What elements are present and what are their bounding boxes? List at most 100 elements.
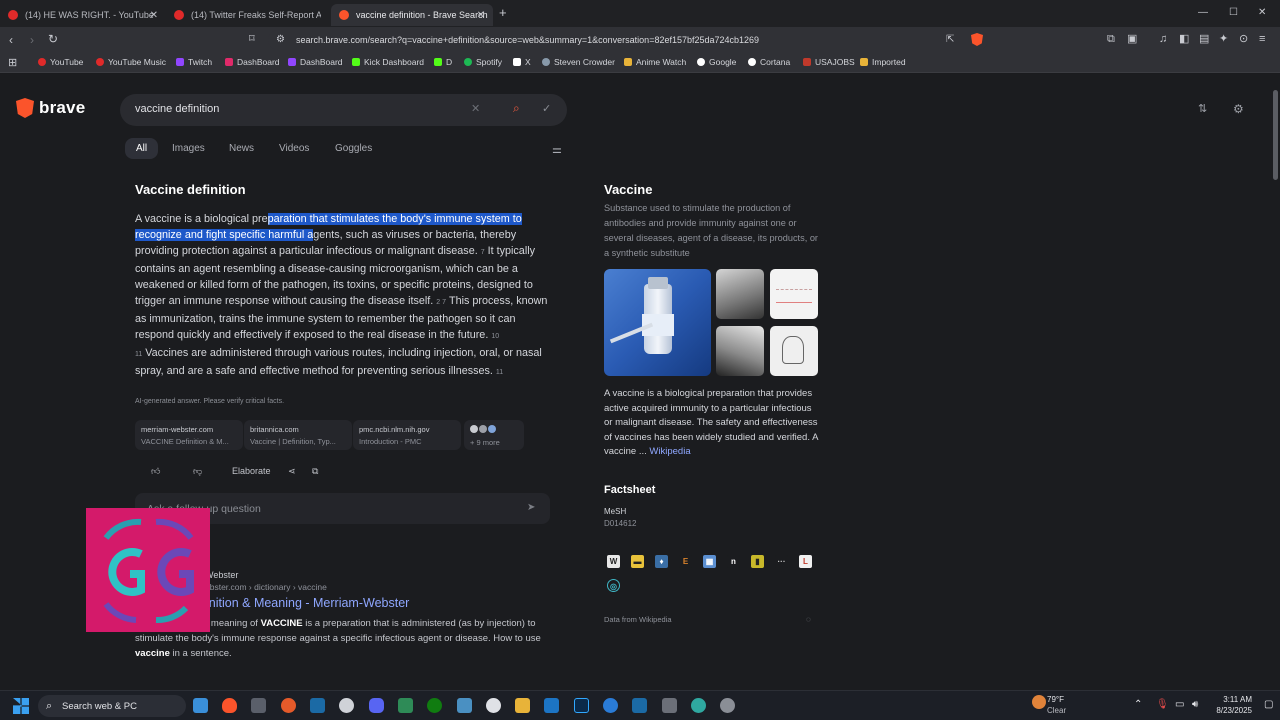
media-icon[interactable]: ♫ — [1159, 32, 1167, 46]
forward-icon[interactable]: › — [30, 33, 34, 47]
encyclopedia-icon[interactable]: L — [799, 555, 812, 568]
ea-icon[interactable] — [281, 698, 296, 713]
citation[interactable]: 2 7 — [436, 299, 446, 306]
menu-icon[interactable]: ≡ — [1259, 32, 1265, 46]
share-icon[interactable]: ⇱ — [946, 33, 954, 47]
etymology-icon[interactable]: E — [679, 555, 692, 568]
diagram-image[interactable] — [770, 326, 818, 376]
chevron-up-icon[interactable]: ⌃ — [1134, 699, 1142, 710]
xbox-icon[interactable] — [427, 698, 442, 713]
file-explorer-icon[interactable] — [515, 698, 530, 713]
weather-temp[interactable]: 79°F — [1047, 695, 1064, 704]
settings-gear-icon[interactable]: ⚙ — [1233, 102, 1244, 116]
bookmark-steven-crowder[interactable]: Steven Crowder — [542, 57, 615, 67]
weather-icon[interactable] — [1032, 695, 1046, 709]
vaccine-vial-image[interactable] — [604, 269, 711, 376]
photoshop-icon[interactable] — [574, 698, 589, 713]
bookmark-d[interactable]: D — [434, 57, 452, 67]
link-icon[interactable]: ◎ — [607, 579, 620, 592]
tab-videos[interactable]: Videos — [279, 143, 309, 154]
close-tab-icon[interactable]: ✕ — [477, 10, 485, 21]
clock-time[interactable]: 3:11 AM — [1212, 695, 1252, 704]
app-icon[interactable] — [251, 698, 266, 713]
minimize-button[interactable]: — — [1198, 6, 1208, 20]
discord-icon[interactable] — [369, 698, 384, 713]
elaborate-button[interactable]: Elaborate — [232, 466, 271, 476]
windows-start-icon[interactable] — [13, 698, 29, 714]
volume-icon[interactable]: 🔊︎ — [1192, 699, 1198, 710]
source-card[interactable]: merriam-webster.com VACCINE Definition &… — [135, 420, 243, 450]
citation[interactable]: 7 — [481, 249, 485, 256]
brave-taskbar-icon[interactable] — [222, 698, 237, 713]
result-title-link[interactable]: inition & Meaning - Merriam-Webster — [206, 596, 409, 610]
site-settings-icon[interactable]: ⚙ — [276, 33, 285, 47]
steam-icon[interactable] — [632, 698, 647, 713]
bookmark-anime-watch[interactable]: Anime Watch — [624, 57, 686, 67]
anchor-icon[interactable] — [662, 698, 677, 713]
visual-studio-icon[interactable] — [544, 698, 559, 713]
bookmark-dashboard-2[interactable]: DashBoard — [288, 57, 343, 67]
share-icon[interactable]: ⋖ — [288, 466, 296, 477]
tab-news[interactable]: News — [229, 143, 254, 154]
brave-logo[interactable]: brave — [16, 98, 85, 118]
bookmark-kick-dashboard[interactable]: Kick Dashboard — [352, 57, 424, 67]
search-input[interactable]: vaccine definition — [135, 103, 219, 115]
microphone-icon[interactable]: 🎙︎ — [1156, 699, 1169, 710]
check-icon[interactable]: ✓ — [542, 102, 551, 116]
lab-photo-image[interactable] — [716, 326, 764, 376]
bookmark-dashboard-1[interactable]: DashBoard — [225, 57, 280, 67]
bookmark-cortana[interactable]: Cortana — [748, 57, 790, 67]
tab-images[interactable]: Images — [172, 143, 205, 154]
tab-brave-search[interactable]: vaccine definition - Brave Search ✕ — [331, 4, 493, 26]
weather-desc[interactable]: Clear — [1047, 706, 1066, 715]
clear-icon[interactable]: ✕ — [471, 102, 480, 116]
bookmark-icon[interactable]: ⌑ — [249, 32, 255, 46]
new-tab-icon[interactable]: + — [499, 6, 507, 20]
taskbar-search[interactable]: ⌕ Search web & PC — [38, 695, 186, 717]
settings-icon[interactable] — [486, 698, 501, 713]
wallet-icon[interactable]: ▤ — [1199, 32, 1209, 46]
citation[interactable]: 11 — [496, 369, 503, 376]
bookmark-twitch[interactable]: Twitch — [176, 57, 212, 67]
thumbs-up-icon[interactable]: 👍︎ — [151, 466, 160, 477]
database-icon[interactable]: ▦ — [703, 555, 716, 568]
tab-goggles[interactable]: Goggles — [335, 143, 372, 154]
screenshot-icon[interactable]: ▣ — [1127, 32, 1137, 46]
historic-photo-image[interactable] — [716, 269, 764, 319]
close-window-button[interactable]: ✕ — [1258, 6, 1266, 20]
thumbs-down-icon[interactable]: 👎︎ — [193, 466, 202, 477]
minecraft-icon[interactable] — [398, 698, 413, 713]
send-icon[interactable]: ➤ — [527, 501, 535, 515]
bookmark-youtube-music[interactable]: YouTube Music — [96, 57, 166, 67]
tab-youtube-1[interactable]: (14) HE WAS RIGHT. - YouTube ✕ — [0, 4, 166, 26]
search-icon[interactable]: ⌕ — [513, 101, 520, 115]
bookmark-spotify[interactable]: Spotify — [464, 57, 502, 67]
search-box[interactable]: vaccine definition ✕ ⌕ ✓ — [120, 94, 567, 126]
tab-all[interactable]: All — [125, 138, 159, 159]
leo-icon[interactable]: ✦ — [1219, 32, 1228, 46]
obs-icon[interactable] — [339, 698, 354, 713]
wikidata-icon[interactable]: ♦ — [655, 555, 668, 568]
wikipedia-link[interactable]: Wikipedia — [649, 446, 690, 457]
filter-icon[interactable]: ⚌ — [552, 143, 562, 157]
bookmark-google[interactable]: Google — [697, 57, 736, 67]
address-bar[interactable]: ⚙ search.brave.com/search?q=vaccine+defi… — [268, 30, 988, 50]
scrollbar-thumb[interactable] — [1273, 90, 1278, 180]
copy-icon[interactable]: ⧉ — [312, 466, 318, 477]
app-icon[interactable] — [720, 698, 735, 713]
sidebar-icon[interactable]: ◧ — [1179, 32, 1189, 46]
widgets-icon[interactable] — [193, 698, 208, 713]
bookmark-usajobs[interactable]: USAJOBS — [803, 57, 855, 67]
bookmark-x[interactable]: X — [513, 57, 531, 67]
extensions-icon[interactable]: ⧉ — [1107, 32, 1115, 46]
maximize-button[interactable]: ☐ — [1229, 6, 1238, 20]
steam-icon[interactable] — [310, 698, 325, 713]
wikipedia-icon[interactable]: W — [607, 555, 620, 568]
tab-youtube-2[interactable]: (14) Twitter Freaks Self-Report After I — [166, 4, 331, 26]
network-icon[interactable]: ▭ — [1175, 699, 1184, 710]
apps-icon[interactable]: ⊞ — [8, 56, 17, 70]
n-icon[interactable]: n — [727, 555, 740, 568]
vpn-icon[interactable]: ⊙ — [1239, 32, 1248, 46]
more-icon[interactable]: ··· — [775, 555, 788, 568]
source-card[interactable]: pmc.ncbi.nlm.nih.gov Introduction - PMC — [353, 420, 461, 450]
